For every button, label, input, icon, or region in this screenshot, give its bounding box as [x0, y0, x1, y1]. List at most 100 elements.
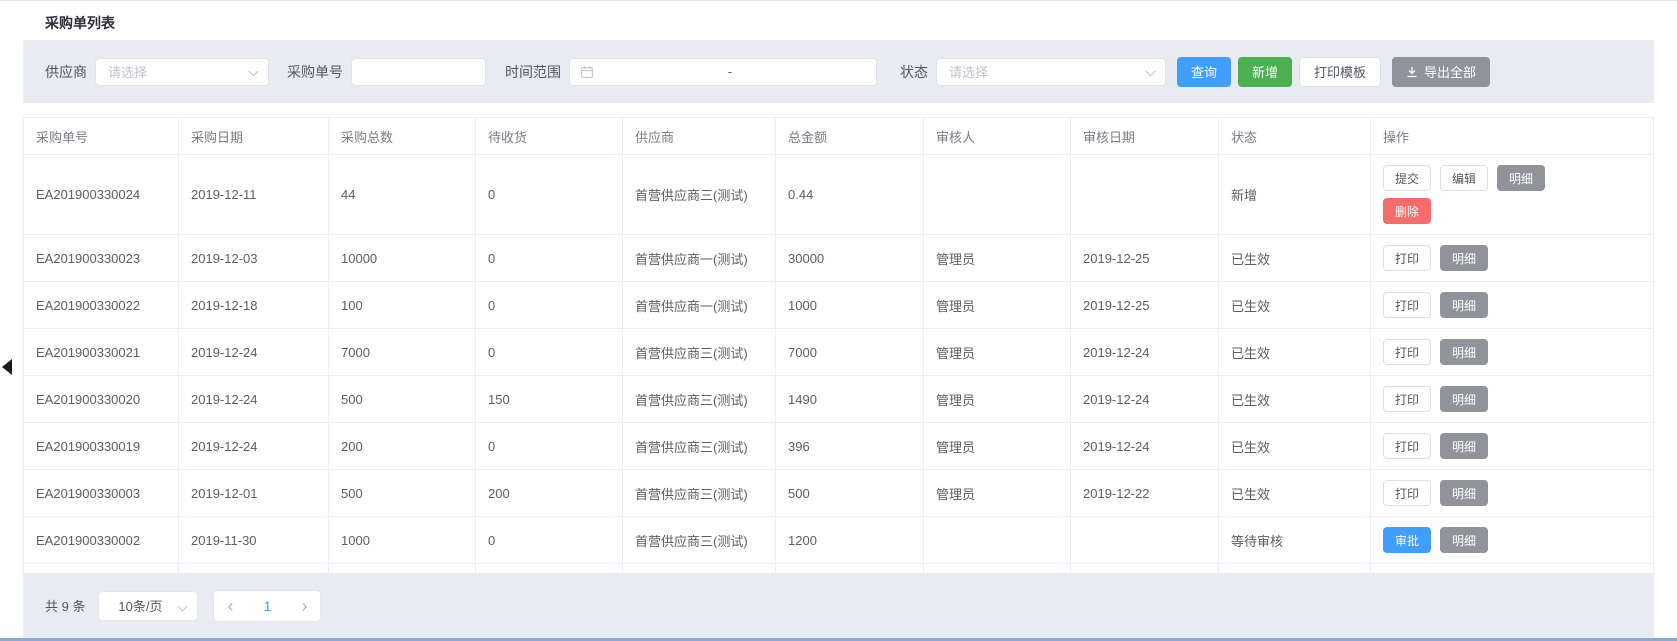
cell-total-qty: 500 [329, 470, 476, 517]
col-header-status: 状态 [1219, 118, 1371, 155]
chevron-down-icon [249, 66, 259, 76]
cell-auditor: 管理员 [924, 470, 1071, 517]
detail-button[interactable]: 明细 [1440, 386, 1488, 412]
cell-status: 已生效 [1219, 282, 1371, 329]
po-number-input[interactable] [351, 58, 486, 86]
cell-audit-date: 2019-12-22 [1071, 470, 1219, 517]
search-button[interactable]: 查询 [1177, 57, 1231, 87]
date-range-separator: - [594, 64, 866, 79]
col-header-auditor: 审核人 [924, 118, 1071, 155]
print-button[interactable]: 打印 [1383, 480, 1431, 506]
cell-audit-date: 2019-12-24 [1071, 329, 1219, 376]
cell-auditor: 管理员 [924, 423, 1071, 470]
cell-total-amount: 7000 [776, 329, 924, 376]
cell-auditor [924, 155, 1071, 235]
download-icon [1406, 66, 1418, 78]
prev-page-icon[interactable]: ‹ [227, 597, 233, 615]
cell-po-number: EA201900330019 [24, 423, 179, 470]
cell-status: 已生效 [1219, 235, 1371, 282]
cell-purchase-date: 2019-12-24 [179, 376, 329, 423]
cell-total-qty: 100 [329, 282, 476, 329]
cell-supplier: 首营供应商三(测试) [623, 155, 776, 235]
cell-audit-date: 2019-12-24 [1071, 423, 1219, 470]
cell-supplier: 首营供应商三(测试) [623, 423, 776, 470]
detail-button[interactable]: 明细 [1497, 165, 1545, 191]
print-button[interactable]: 打印 [1383, 245, 1431, 271]
top-divider [0, 0, 1677, 1]
cell-total-qty: 200 [329, 423, 476, 470]
cell-status: 已生效 [1219, 376, 1371, 423]
cell-total-amount: 30000 [776, 235, 924, 282]
print-button[interactable]: 打印 [1383, 292, 1431, 318]
print-template-button[interactable]: 打印模板 [1299, 57, 1381, 87]
add-button[interactable]: 新增 [1238, 57, 1292, 87]
status-select[interactable]: 请选择 [936, 58, 1166, 86]
cell-actions: 打印明细 [1371, 235, 1654, 282]
delete-button[interactable]: 删除 [1383, 198, 1431, 224]
page-size-value: 10条/页 [118, 596, 162, 615]
print-button[interactable]: 打印 [1383, 433, 1431, 459]
cell-total-amount: 396 [776, 423, 924, 470]
cell-purchase-date: 2019-12-01 [179, 470, 329, 517]
next-page-icon[interactable]: › [301, 597, 307, 615]
detail-button[interactable]: 明细 [1440, 245, 1488, 271]
cell-po-number: EA201900330024 [24, 155, 179, 235]
cell-purchase-date: 2019-12-24 [179, 423, 329, 470]
print-button[interactable]: 打印 [1383, 339, 1431, 365]
supplier-select[interactable]: 请选择 [95, 58, 269, 86]
cell-supplier: 首营供应商三(测试) [623, 329, 776, 376]
cell-audit-date: 2019-12-24 [1071, 376, 1219, 423]
cell-total-qty: 44 [329, 155, 476, 235]
detail-button[interactable]: 明细 [1440, 527, 1488, 553]
cell-pending-receipt: 0 [476, 329, 623, 376]
table-body: EA2019003300242019-12-11440首营供应商三(测试)0.4… [24, 155, 1654, 611]
detail-button[interactable]: 明细 [1440, 292, 1488, 318]
table-row: EA2019003300212019-12-2470000首营供应商三(测试)7… [24, 329, 1654, 376]
cell-purchase-date: 2019-12-03 [179, 235, 329, 282]
cell-total-amount: 500 [776, 470, 924, 517]
cell-total-amount: 0.44 [776, 155, 924, 235]
detail-button[interactable]: 明细 [1440, 433, 1488, 459]
sidebar-collapse-icon[interactable] [2, 359, 12, 375]
cell-total-qty: 500 [329, 376, 476, 423]
filter-bar: 供应商 请选择 采购单号 时间范围 - 状态 请选择 查询 新增 打印模板 [23, 40, 1654, 103]
cell-actions: 打印明细 [1371, 329, 1654, 376]
cell-total-qty: 7000 [329, 329, 476, 376]
export-all-label: 导出全部 [1424, 62, 1476, 81]
status-label: 状态 [900, 62, 928, 82]
page-size-select[interactable]: 10条/页 [98, 591, 198, 621]
date-range-picker[interactable]: - [569, 58, 877, 86]
cell-actions: 打印明细 [1371, 282, 1654, 329]
detail-button[interactable]: 明细 [1440, 480, 1488, 506]
pager: ‹ 1 › [213, 590, 321, 622]
cell-purchase-date: 2019-12-18 [179, 282, 329, 329]
cell-po-number: EA201900330020 [24, 376, 179, 423]
chevron-down-icon [1146, 66, 1156, 76]
cell-total-qty: 1000 [329, 517, 476, 564]
cell-po-number: EA201900330002 [24, 517, 179, 564]
print-button[interactable]: 打印 [1383, 386, 1431, 412]
cell-status: 已生效 [1219, 470, 1371, 517]
cell-auditor: 管理员 [924, 235, 1071, 282]
cell-audit-date [1071, 517, 1219, 564]
approve-button[interactable]: 审批 [1383, 527, 1431, 553]
submit-button[interactable]: 提交 [1383, 165, 1431, 191]
detail-button[interactable]: 明细 [1440, 339, 1488, 365]
cell-pending-receipt: 0 [476, 517, 623, 564]
cell-audit-date: 2019-12-25 [1071, 282, 1219, 329]
cell-actions: 打印明细 [1371, 423, 1654, 470]
cell-status: 新增 [1219, 155, 1371, 235]
export-all-button[interactable]: 导出全部 [1392, 57, 1490, 87]
current-page[interactable]: 1 [264, 598, 272, 614]
cell-pending-receipt: 200 [476, 470, 623, 517]
cell-auditor: 管理员 [924, 282, 1071, 329]
cell-pending-receipt: 0 [476, 155, 623, 235]
col-header-purchase-date: 采购日期 [179, 118, 329, 155]
col-header-total-amount: 总金额 [776, 118, 924, 155]
col-header-total-qty: 采购总数 [329, 118, 476, 155]
edit-button[interactable]: 编辑 [1440, 165, 1488, 191]
table-row: EA2019003300032019-12-01500200首营供应商三(测试)… [24, 470, 1654, 517]
col-header-po-number: 采购单号 [24, 118, 179, 155]
cell-actions: 审批明细 [1371, 517, 1654, 564]
cell-actions: 提交编辑明细删除 [1371, 155, 1654, 235]
